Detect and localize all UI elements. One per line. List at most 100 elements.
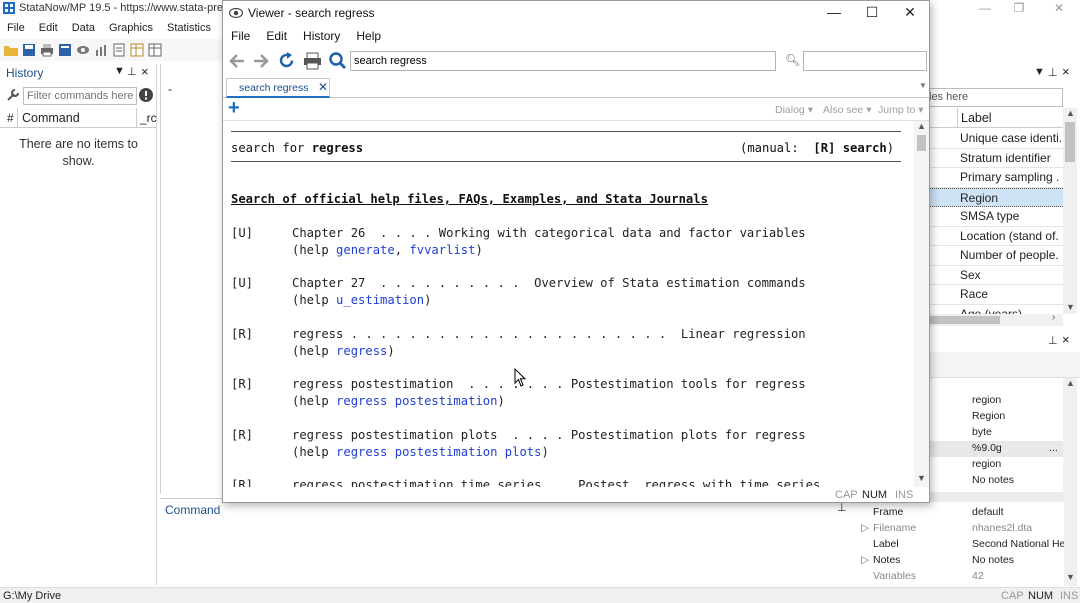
- results-window[interactable]: -: [160, 64, 222, 494]
- variable-row[interactable]: Stratum identifier: [930, 149, 1063, 168]
- refresh-icon[interactable]: [277, 51, 296, 70]
- data-editor-icon[interactable]: [129, 42, 145, 58]
- data-browser-icon[interactable]: [147, 42, 163, 58]
- manual-reference[interactable]: (manual: [R] search): [740, 141, 894, 156]
- log-icon[interactable]: [57, 42, 73, 58]
- prop-value[interactable]: region: [972, 458, 1001, 470]
- props-pin-icon[interactable]: ⊥: [1048, 334, 1058, 347]
- pin-icon[interactable]: ⊥: [127, 65, 137, 78]
- history-col-rc[interactable]: _rc: [140, 111, 157, 125]
- history-close-icon[interactable]: ×: [141, 64, 149, 79]
- save-icon[interactable]: [21, 42, 37, 58]
- variable-row[interactable]: Primary sampling .: [930, 168, 1063, 188]
- prop-value[interactable]: nhanes2l.dta: [972, 522, 1032, 534]
- viewer-menu-history[interactable]: History: [295, 27, 348, 45]
- tab-list-chevron-icon[interactable]: ▼: [919, 81, 927, 90]
- graph-icon[interactable]: [93, 42, 109, 58]
- main-minimize-icon[interactable]: —: [966, 0, 1004, 16]
- viewer-menu-file[interactable]: File: [223, 27, 258, 45]
- viewer-content[interactable]: search for regress (manual: [R] search) …: [231, 125, 913, 487]
- main-menu-edit[interactable]: Edit: [32, 19, 65, 37]
- also-see-menu[interactable]: Also see ▾: [823, 104, 871, 116]
- main-menu-data[interactable]: Data: [65, 19, 102, 37]
- viewer-maximize-icon[interactable]: ☐: [853, 1, 891, 23]
- viewer-titlebar[interactable]: Viewer - search regress — ☐ ✕: [223, 1, 929, 25]
- variable-row-selected[interactable]: Region: [930, 187, 1063, 207]
- info-icon[interactable]: [139, 88, 153, 102]
- prop-value[interactable]: Region: [972, 410, 1005, 422]
- help-link[interactable]: u_estimation: [336, 293, 424, 307]
- command-window[interactable]: Command ⊥: [160, 498, 860, 586]
- search-icon[interactable]: [328, 51, 347, 70]
- help-link[interactable]: regress: [336, 344, 387, 358]
- eye-icon: [229, 7, 243, 19]
- viewer-icon[interactable]: [75, 42, 91, 58]
- prop-value[interactable]: byte: [972, 426, 992, 438]
- print-icon[interactable]: [39, 42, 55, 58]
- viewer-vertical-scrollbar[interactable]: ▲ ▼: [914, 121, 929, 487]
- prop-key: Frame: [873, 506, 904, 518]
- help-link[interactable]: fvvarlist: [409, 243, 475, 257]
- dialog-menu[interactable]: Dialog ▾: [775, 104, 813, 116]
- entry-help: (help u_estimation): [292, 293, 432, 307]
- variable-row[interactable]: Number of people.: [930, 246, 1063, 266]
- vars-col-label[interactable]: Label: [961, 111, 992, 125]
- mouse-cursor-icon: [514, 368, 527, 387]
- history-title: History: [6, 66, 44, 80]
- vars-horizontal-scrollbar[interactable]: ›: [930, 312, 1063, 326]
- variable-row[interactable]: SMSA type: [930, 207, 1063, 227]
- main-menu-graphics[interactable]: Graphics: [102, 19, 160, 37]
- help-link[interactable]: generate: [336, 243, 395, 257]
- history-col-hash[interactable]: #: [7, 111, 14, 125]
- dofile-editor-icon[interactable]: [111, 42, 127, 58]
- vars-vertical-scrollbar[interactable]: ▲ ▼: [1063, 108, 1077, 314]
- history-col-command[interactable]: Command: [22, 111, 80, 125]
- props-close-icon[interactable]: ×: [1062, 332, 1070, 347]
- open-folder-icon[interactable]: [3, 42, 19, 58]
- vars-close-icon[interactable]: ×: [1062, 64, 1070, 79]
- prop-value[interactable]: 42: [972, 570, 984, 582]
- find-icon[interactable]: 🔍︎: [785, 53, 800, 67]
- prop-ellipsis-button[interactable]: ...: [1049, 442, 1058, 454]
- expand-arrow-icon[interactable]: ▷: [861, 554, 869, 566]
- expand-arrow-icon[interactable]: ▷: [861, 522, 869, 534]
- new-tab-plus-icon[interactable]: +: [228, 97, 240, 120]
- scrollbar-thumb[interactable]: [917, 135, 926, 151]
- prop-value[interactable]: No notes: [972, 474, 1014, 486]
- viewer-menu-edit[interactable]: Edit: [258, 27, 295, 45]
- variable-row[interactable]: Sex: [930, 266, 1063, 285]
- prop-value[interactable]: default: [972, 506, 1004, 518]
- main-restore-icon[interactable]: ❐: [1000, 0, 1038, 16]
- variable-row[interactable]: Race: [930, 285, 1063, 305]
- print-icon[interactable]: [303, 52, 322, 70]
- back-arrow-icon[interactable]: [228, 52, 246, 70]
- jump-to-menu[interactable]: Jump to ▾: [878, 104, 924, 116]
- prop-value[interactable]: %9.0g: [972, 442, 1002, 454]
- tab-search-regress[interactable]: search regress ✕: [226, 78, 330, 98]
- help-link[interactable]: regress postestimation: [336, 394, 497, 408]
- main-menu-file[interactable]: File: [0, 19, 32, 37]
- viewer-command-input[interactable]: [350, 51, 776, 71]
- vars-filter-input[interactable]: les here: [929, 88, 1063, 107]
- main-close-icon[interactable]: ✕: [1040, 0, 1078, 16]
- variable-row[interactable]: Age (years): [930, 305, 1063, 315]
- prop-value[interactable]: Second National Hea: [972, 538, 1064, 550]
- main-menu-statistics[interactable]: Statistics: [160, 19, 218, 37]
- help-link[interactable]: regress postestimation plots: [336, 445, 541, 459]
- vars-pin-icon[interactable]: ⊥: [1048, 66, 1058, 79]
- tab-close-icon[interactable]: ✕: [318, 80, 328, 94]
- props-vertical-scrollbar[interactable]: ▲ ▼: [1063, 378, 1077, 586]
- prop-value[interactable]: No notes: [972, 554, 1014, 566]
- viewer-close-icon[interactable]: ✕: [891, 1, 929, 23]
- variable-row[interactable]: Location (stand of.: [930, 227, 1063, 246]
- pin-filter-icon[interactable]: ▼: [114, 65, 125, 77]
- viewer-minimize-icon[interactable]: —: [815, 1, 853, 23]
- viewer-menu-help[interactable]: Help: [348, 27, 389, 45]
- viewer-find-input[interactable]: [803, 51, 927, 71]
- wrench-icon[interactable]: [6, 88, 20, 102]
- vars-filter-icon[interactable]: ▼: [1034, 66, 1045, 78]
- forward-arrow-icon[interactable]: [252, 52, 270, 70]
- variable-row[interactable]: Unique case identi.: [930, 129, 1063, 149]
- prop-value[interactable]: region: [972, 394, 1001, 406]
- history-filter-input[interactable]: [23, 87, 137, 105]
